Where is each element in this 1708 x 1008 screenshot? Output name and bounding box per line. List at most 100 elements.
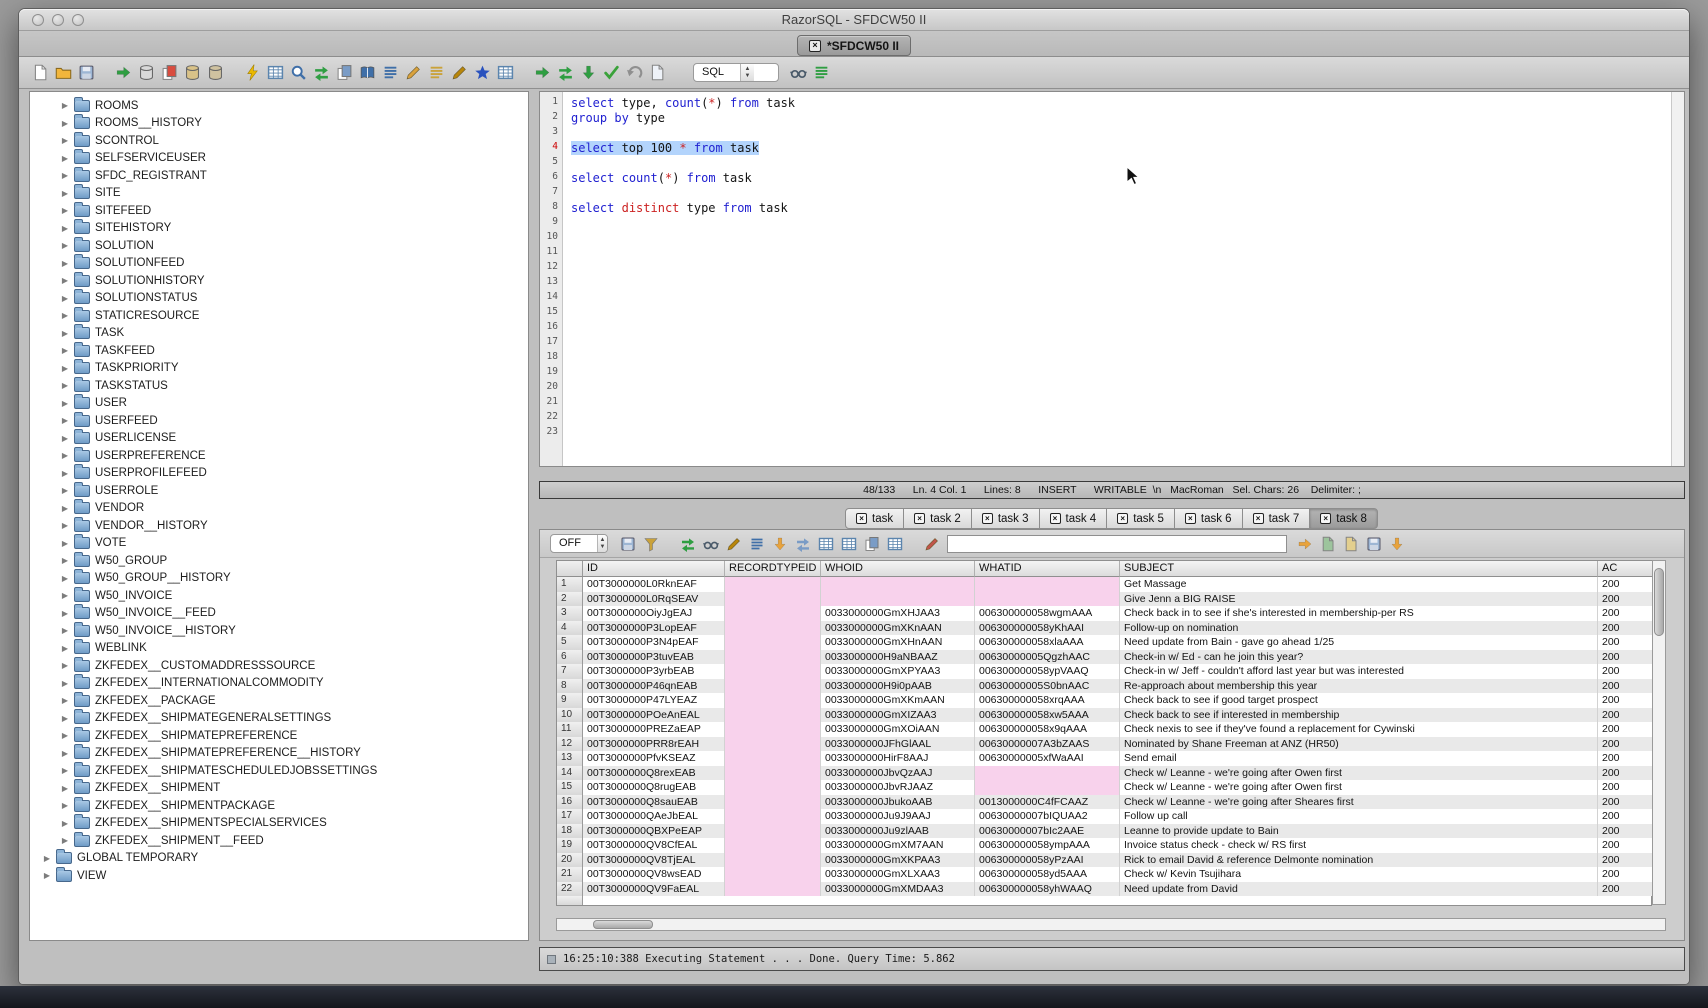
close-tab-icon[interactable]: × [1320,513,1331,524]
tree-item[interactable]: ▶USERPREFERENCE [30,447,528,465]
column-header-subject[interactable]: SUBJECT [1120,561,1598,577]
preview-glasses-icon[interactable] [789,63,808,82]
tree-item[interactable]: ▶USERFEED [30,412,528,430]
tree-item[interactable]: ▶USERROLE [30,482,528,500]
expand-arrow-icon[interactable]: ▶ [58,101,72,110]
format-sql-icon[interactable] [427,63,446,82]
table-refresh-icon[interactable] [312,63,331,82]
expand-arrow-icon[interactable]: ▶ [58,381,72,390]
tree-item[interactable]: ▶ZKFEDEX__SHIPMATEPREFERENCE__HISTORY [30,745,528,763]
tree-item[interactable]: ▶ZKFEDEX__SHIPMENT__FEED [30,832,528,850]
result-tab[interactable]: ×task 3 [971,508,1040,529]
close-tab-icon[interactable]: × [1253,513,1264,524]
code-area[interactable]: select type, count(*) from taskgroup by … [564,92,1671,466]
column-list-icon[interactable] [381,63,400,82]
table-row[interactable]: 1200T3000000PRR8rEAH0033000000JFhGlAAL00… [557,737,1651,752]
execute-sql-icon[interactable] [243,63,262,82]
table-row[interactable]: 1300T3000000PfvKSEAZ0033000000HirF8AAJ00… [557,751,1651,766]
expand-arrow-icon[interactable]: ▶ [58,696,72,705]
expand-arrow-icon[interactable]: ▶ [58,416,72,425]
close-tab-icon[interactable]: × [856,513,867,524]
table-row[interactable]: 2100T3000000QV8wsEAD0033000000GmXLXAA300… [557,867,1651,882]
expand-arrow-icon[interactable]: ▶ [58,714,72,723]
tree-item[interactable]: ▶SOLUTIONSTATUS [30,290,528,308]
table-row[interactable]: 900T3000000P47LYEAZ0033000000GmXKmAAN006… [557,693,1651,708]
table-row[interactable]: 700T3000000P3yrbEAB0033000000GmXPYAA3006… [557,664,1651,679]
tree-item[interactable]: ▶SITE [30,185,528,203]
editor-vertical-scrollbar[interactable] [1671,92,1684,466]
expand-arrow-icon[interactable]: ▶ [58,574,72,583]
expand-arrow-icon[interactable]: ▶ [58,486,72,495]
search-next-icon[interactable] [1295,534,1314,553]
tree-item[interactable]: ▶ZKFEDEX__SHIPMATEGENERALSETTINGS [30,710,528,728]
download-arrow-icon[interactable] [1387,534,1406,553]
table-row[interactable]: 100T3000000L0RknEAFGet Massage200 [557,577,1651,592]
result-tab[interactable]: ×task 6 [1174,508,1243,529]
horizontal-scroll-thumb[interactable] [593,920,653,929]
save-grid-icon[interactable] [1364,534,1383,553]
expand-arrow-icon[interactable]: ▶ [40,854,54,863]
table-row[interactable]: 1100T3000000PREZaEAP0033000000GmXOiAAN00… [557,722,1651,737]
save-results-icon[interactable] [618,534,637,553]
expand-arrow-icon[interactable]: ▶ [58,679,72,688]
tree-item[interactable]: ▶W50_GROUP [30,552,528,570]
expand-arrow-icon[interactable]: ▶ [58,171,72,180]
export-database-icon[interactable] [183,63,202,82]
tree-item[interactable]: ▶ROOMS__HISTORY [30,115,528,133]
expand-arrow-icon[interactable]: ▶ [58,276,72,285]
new-file-icon[interactable] [31,63,50,82]
column-header-recordtypeid[interactable]: RECORDTYPEID [725,561,821,577]
tree-item[interactable]: ▶SOLUTION [30,237,528,255]
expand-arrow-icon[interactable]: ▶ [58,136,72,145]
table-row[interactable]: 1600T3000000Q8sauEAB0033000000JbukoAAB00… [557,795,1651,810]
expand-arrow-icon[interactable]: ▶ [58,766,72,775]
expand-arrow-icon[interactable]: ▶ [58,434,72,443]
table-row[interactable]: 2200T3000000QV9FaEAL0033000000GmXMDAA300… [557,882,1651,897]
table-row[interactable]: 200T3000000L0RqSEAVGive Jenn a BIG RAISE… [557,592,1651,607]
vertical-scroll-thumb[interactable] [1654,568,1664,636]
table-row[interactable]: 1700T3000000QAeJbEAL0033000000Ju9J9AAJ00… [557,809,1651,824]
result-tab[interactable]: ×task 2 [903,508,972,529]
expand-arrow-icon[interactable]: ▶ [58,311,72,320]
query-log-icon[interactable] [648,63,667,82]
save-file-icon[interactable] [77,63,96,82]
favorites-star-icon[interactable] [473,63,492,82]
column-header-whatid[interactable]: WHATID [975,561,1120,577]
expand-arrow-icon[interactable]: ▶ [58,294,72,303]
filter-results-icon[interactable] [641,534,660,553]
table-row[interactable]: 400T3000000P3LopEAF0033000000GmXKnAAN006… [557,621,1651,636]
statement-type-select[interactable]: SQL ▲▼ [693,63,779,82]
expand-arrow-icon[interactable]: ▶ [58,189,72,198]
close-tab-icon[interactable]: × [914,513,925,524]
query-results-icon[interactable] [266,63,285,82]
column-header-ac[interactable]: AC [1598,561,1653,577]
result-tab[interactable]: ×task 5 [1106,508,1175,529]
table-row[interactable]: 1900T3000000QV8CfEAL0033000000GmXM7AAN00… [557,838,1651,853]
tree-item[interactable]: ▶USERLICENSE [30,430,528,448]
result-tab[interactable]: ×task 4 [1039,508,1108,529]
expand-arrow-icon[interactable]: ▶ [58,539,72,548]
document-tab[interactable]: × *SFDCW50 II [797,35,911,56]
tree-item[interactable]: ▶ZKFEDEX__SHIPMENTSPECIALSERVICES [30,815,528,833]
grid-horizontal-scrollbar[interactable] [556,918,1666,931]
tree-item[interactable]: ▶STATICRESOURCE [30,307,528,325]
tree-item[interactable]: ▶TASKSTATUS [30,377,528,395]
close-document-icon[interactable]: × [809,40,821,52]
close-tab-icon[interactable]: × [1185,513,1196,524]
table-row[interactable]: 1800T3000000QBXPeEAP0033000000Ju9zlAAB00… [557,824,1651,839]
tree-item[interactable]: ▶ROOMS [30,97,528,115]
expand-arrow-icon[interactable]: ▶ [58,469,72,478]
result-tab[interactable]: ×task 8 [1309,508,1378,529]
column-header-whoid[interactable]: WHOID [821,561,975,577]
expand-arrow-icon[interactable]: ▶ [58,731,72,740]
expand-arrow-icon[interactable]: ▶ [58,154,72,163]
table-row[interactable]: 1400T3000000Q8rexEAB0033000000JbvQzAAJCh… [557,766,1651,781]
highlight-pen-icon[interactable] [922,534,941,553]
tree-item[interactable]: ▶SCONTROL [30,132,528,150]
tree-item[interactable]: ▶WEBLINK [30,640,528,658]
table-row[interactable]: 600T3000000P3tuvEAB0033000000H9aNBAAZ006… [557,650,1651,665]
commit-check-icon[interactable] [602,63,621,82]
copy-results-icon[interactable] [335,63,354,82]
tree-item[interactable]: ▶W50_INVOICE [30,587,528,605]
title-bar[interactable]: RazorSQL - SFDCW50 II [19,9,1689,31]
